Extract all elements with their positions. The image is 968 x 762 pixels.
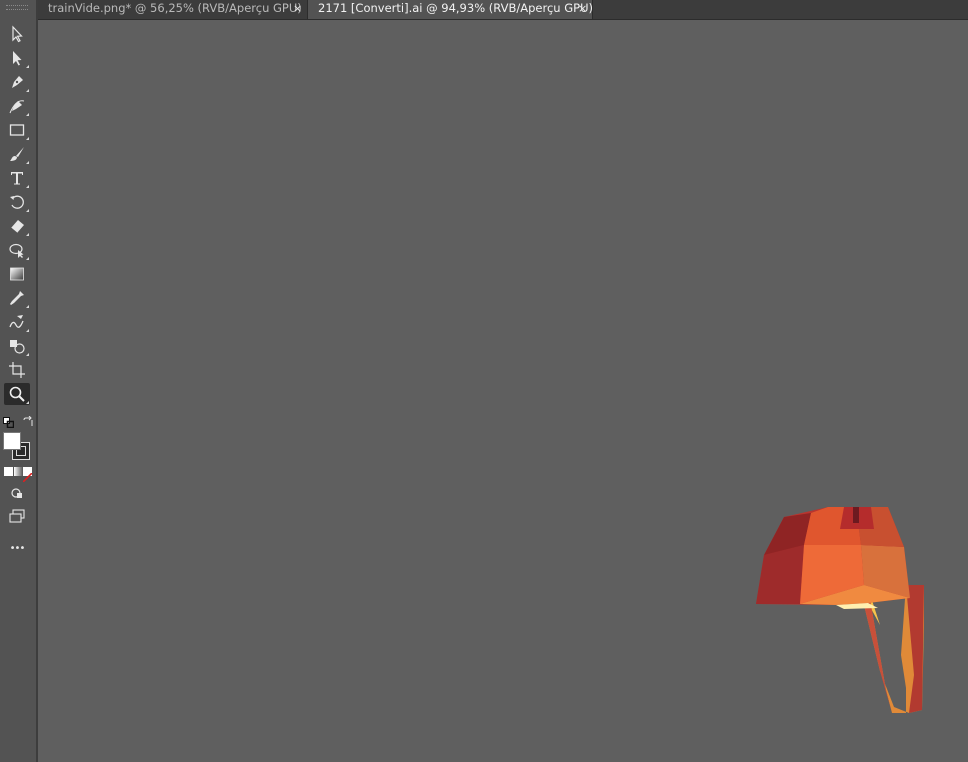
rectangle-icon bbox=[9, 124, 25, 136]
rectangle-tool[interactable] bbox=[4, 119, 30, 141]
flyout-indicator bbox=[26, 185, 29, 188]
blend-icon bbox=[9, 315, 24, 328]
selection-tool[interactable] bbox=[4, 23, 30, 45]
puppet-warp-tool[interactable] bbox=[4, 239, 30, 261]
flyout-indicator bbox=[26, 257, 29, 260]
document-tabbar: trainVide.png* @ 56,25% (RVB/Aperçu GPU)… bbox=[38, 0, 968, 20]
swap-arrow-icon bbox=[23, 415, 33, 426]
rotate-tool[interactable] bbox=[4, 191, 30, 213]
swap-colors-button[interactable] bbox=[22, 413, 34, 426]
curvature-tool[interactable] bbox=[4, 95, 30, 117]
brush-icon bbox=[10, 147, 24, 161]
helmet-artwork[interactable] bbox=[756, 485, 936, 715]
zoom-tool[interactable] bbox=[4, 383, 30, 405]
color-mode-button[interactable] bbox=[4, 467, 13, 476]
tab-trainvide[interactable]: trainVide.png* @ 56,25% (RVB/Aperçu GPU)… bbox=[38, 0, 308, 19]
artboard-tool[interactable] bbox=[4, 359, 30, 381]
panel-grip[interactable] bbox=[6, 5, 28, 10]
close-icon[interactable]: × bbox=[578, 0, 587, 17]
flyout-indicator bbox=[26, 233, 29, 236]
flyout-indicator bbox=[26, 89, 29, 92]
artboard-canvas[interactable] bbox=[38, 20, 968, 762]
artboard-icon bbox=[9, 362, 25, 378]
blend-tool[interactable] bbox=[4, 311, 30, 333]
flyout-indicator bbox=[26, 353, 29, 356]
curvature-pen-icon bbox=[9, 100, 25, 114]
type-tool[interactable] bbox=[4, 167, 30, 189]
paintbrush-tool[interactable] bbox=[4, 143, 30, 165]
eyedropper-tool[interactable] bbox=[4, 287, 30, 309]
fill-swatch[interactable] bbox=[3, 432, 21, 450]
none-slash-icon bbox=[22, 472, 33, 483]
flyout-indicator bbox=[26, 305, 29, 308]
close-icon[interactable]: × bbox=[293, 0, 302, 17]
shape-builder-icon bbox=[10, 340, 25, 354]
pen-icon bbox=[12, 76, 23, 88]
tools-panel: ••• bbox=[0, 0, 38, 762]
default-colors-icon bbox=[3, 417, 15, 429]
draw-mode-icon bbox=[11, 488, 22, 498]
flyout-indicator bbox=[26, 329, 29, 332]
shape-builder-tool[interactable] bbox=[4, 335, 30, 357]
magnifier-icon bbox=[9, 386, 25, 402]
screen-mode-icon bbox=[9, 509, 25, 523]
flyout-indicator bbox=[26, 161, 29, 164]
arrow-filled-icon bbox=[13, 51, 22, 66]
arrow-outline-icon bbox=[12, 25, 23, 43]
screen-mode-button[interactable] bbox=[4, 505, 30, 527]
default-colors-button[interactable] bbox=[3, 413, 15, 429]
flyout-indicator bbox=[26, 137, 29, 140]
tab-label: trainVide.png* @ 56,25% (RVB/Aperçu GPU) bbox=[48, 1, 302, 15]
gradient-tool[interactable] bbox=[4, 263, 30, 285]
flyout-indicator bbox=[26, 65, 29, 68]
tab-label: 2171 [Converti].ai @ 94,93% (RVB/Aperçu … bbox=[318, 1, 593, 15]
flyout-indicator bbox=[26, 401, 29, 404]
draw-mode-button[interactable] bbox=[4, 482, 30, 504]
flyout-indicator bbox=[26, 209, 29, 212]
gradient-mode-button[interactable] bbox=[14, 467, 23, 476]
pen-tool[interactable] bbox=[4, 71, 30, 93]
gradient-icon bbox=[10, 267, 24, 281]
type-icon bbox=[11, 172, 23, 185]
eraser-tool[interactable] bbox=[4, 215, 30, 237]
direct-selection-tool[interactable] bbox=[4, 47, 30, 69]
none-mode-button[interactable] bbox=[22, 467, 33, 483]
warp-icon bbox=[9, 243, 24, 258]
flyout-indicator bbox=[26, 113, 29, 116]
tab-2171-converti[interactable]: 2171 [Converti].ai @ 94,93% (RVB/Aperçu … bbox=[308, 0, 593, 19]
eyedropper-icon bbox=[10, 291, 24, 305]
eraser-icon bbox=[10, 220, 24, 234]
rotate-icon bbox=[10, 195, 24, 209]
edit-toolbar-button[interactable]: ••• bbox=[4, 537, 30, 559]
